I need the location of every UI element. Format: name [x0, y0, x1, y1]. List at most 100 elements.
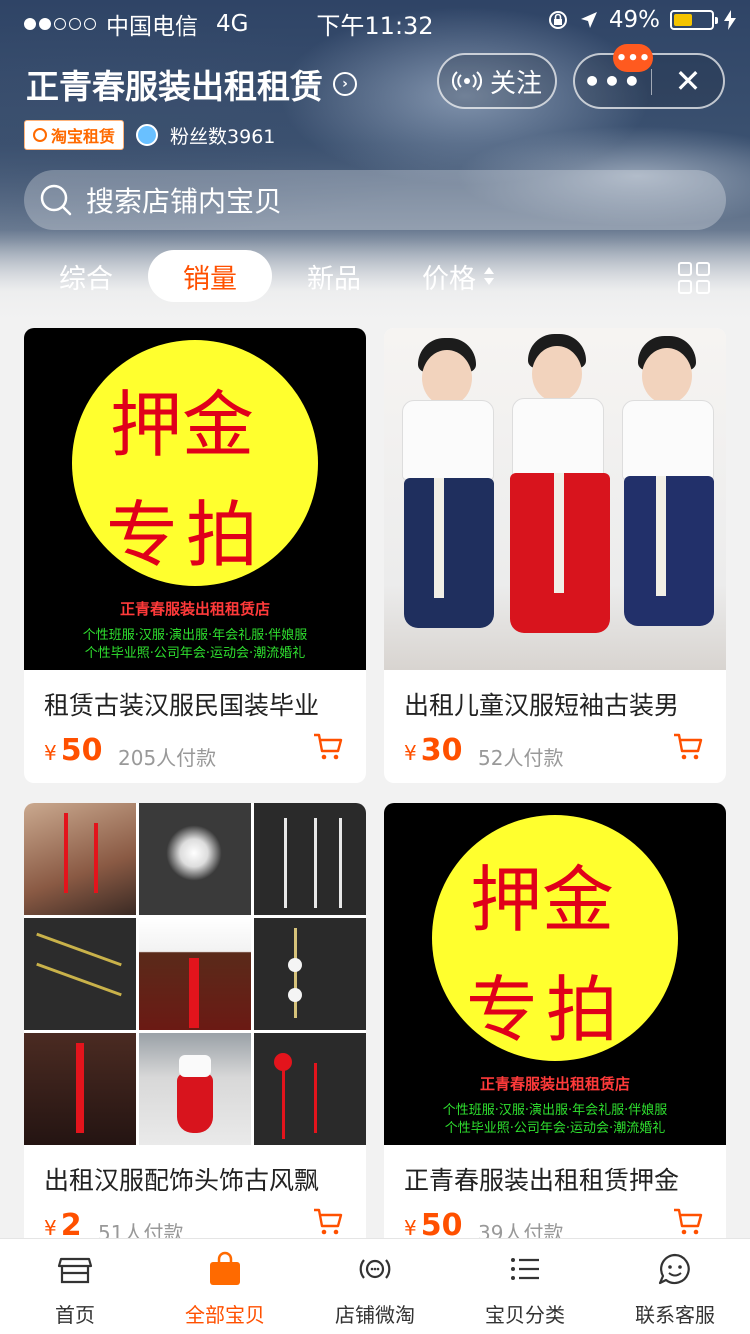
- product-price: ¥ 50: [44, 733, 102, 768]
- tab-home[interactable]: 首页: [0, 1239, 150, 1334]
- search-icon: [40, 184, 72, 216]
- collage-tile: [254, 918, 366, 1030]
- chat-face-icon: [658, 1253, 690, 1285]
- collage-tile: [139, 803, 251, 915]
- product-image-hair-accessories: [24, 803, 366, 1145]
- tab-new-label: 新品: [307, 263, 361, 295]
- tab-categories[interactable]: 宝贝分类: [450, 1239, 600, 1334]
- deposit-text-line2: 专拍: [466, 968, 627, 1052]
- bottom-tab-bar: 首页 全部宝贝 店铺微淘 宝贝分类 联系客服: [0, 1238, 750, 1334]
- tab-new[interactable]: 新品: [298, 250, 370, 302]
- battery-icon: [670, 10, 718, 30]
- status-bar: 中国电信 4G 下午11:32 49%: [0, 0, 750, 40]
- deposit-shop-line: 正青春服装出租租赁店: [119, 600, 270, 618]
- shop-name: 正青春服装出租租赁: [26, 67, 323, 106]
- tab-customer-service-label: 联系客服: [635, 1303, 715, 1327]
- currency-symbol: ¥: [404, 741, 417, 765]
- tab-price[interactable]: 价格: [414, 250, 504, 302]
- sort-tabs: 综合 销量 新品 价格: [0, 250, 750, 302]
- product-card[interactable]: 押金 专拍 正青春服装出租租赁店 个性班服·汉服·演出服·年会礼服·伴娘服 个性…: [384, 803, 726, 1258]
- deposit-tags-line2: 个性毕业照·公司年会·运动会·潮流婚礼: [444, 1121, 666, 1136]
- product-price: ¥ 30: [404, 733, 462, 768]
- deposit-tags-line1: 个性班服·汉服·演出服·年会礼服·伴娘服: [442, 1103, 668, 1118]
- product-image-kids-hanfu: [384, 328, 726, 670]
- add-to-cart-icon[interactable]: [672, 1207, 704, 1237]
- currency-symbol: ¥: [404, 1216, 417, 1240]
- follow-label: 关注: [489, 68, 542, 99]
- product-card[interactable]: 押金 专拍 正青春服装出租租赁店 个性班服·汉服·演出服·年会礼服·伴娘服 个性…: [24, 328, 366, 783]
- tab-categories-label: 宝贝分类: [485, 1303, 565, 1327]
- product-title: 出租儿童汉服短袖古装男: [404, 691, 680, 720]
- child-figure-girl-navy: [612, 328, 722, 670]
- battery-percent: 49%: [608, 7, 660, 33]
- price-value: 30: [420, 733, 463, 768]
- close-button[interactable]: ✕: [652, 55, 724, 107]
- taobao-rental-badge: 淘宝租赁: [24, 120, 125, 150]
- add-to-cart-icon[interactable]: [312, 732, 344, 762]
- tab-home-label: 首页: [55, 1303, 95, 1327]
- shopping-bag-icon: [210, 1251, 240, 1285]
- fans-level-icon: [136, 124, 159, 146]
- collage-tile: [254, 1033, 366, 1145]
- broadcast-icon: [359, 1259, 391, 1279]
- tab-store-feed[interactable]: 店铺微淘: [300, 1239, 450, 1334]
- price-value: 50: [60, 733, 103, 768]
- tab-customer-service[interactable]: 联系客服: [600, 1239, 750, 1334]
- collage-tile: [24, 918, 136, 1030]
- product-card[interactable]: 出租儿童汉服短袖古装男 ¥ 30 52人付款: [384, 328, 726, 783]
- notification-badge: •••: [613, 44, 653, 72]
- close-icon: ✕: [674, 62, 702, 100]
- deposit-text-line2: 专拍: [106, 493, 267, 577]
- shop-name-link[interactable]: 正青春服装出租租赁 ›: [26, 60, 357, 108]
- product-card[interactable]: 出租汉服配饰头饰古风飘 ¥ 2 51人付款: [24, 803, 366, 1258]
- product-title: 正青春服装出租租赁押金: [404, 1166, 680, 1195]
- product-title: 租赁古装汉服民国装毕业: [44, 691, 320, 720]
- store-icon: [57, 1257, 93, 1284]
- chevron-right-icon: ›: [333, 72, 357, 96]
- battery-level-fill: [674, 14, 692, 26]
- charging-bolt-icon: [724, 10, 736, 30]
- deposit-text-line1: 押金: [470, 858, 615, 942]
- add-to-cart-icon[interactable]: [312, 1207, 344, 1237]
- collage-tile: [254, 803, 366, 915]
- fans-count: 粉丝数3961: [170, 125, 276, 148]
- deposit-text-line1: 押金: [110, 383, 255, 467]
- list-icon: [511, 1258, 539, 1280]
- deposit-shop-line: 正青春服装出租租赁店: [479, 1075, 630, 1093]
- collage-tile: [139, 1033, 251, 1145]
- product-title: 出租汉服配饰头饰古风飘: [44, 1166, 320, 1195]
- tab-store-feed-label: 店铺微淘: [335, 1303, 415, 1327]
- tab-all-items-label: 全部宝贝: [185, 1303, 265, 1327]
- shop-meta: 淘宝租赁 粉丝数3961: [24, 120, 275, 150]
- badge-logo-icon: [33, 128, 47, 142]
- product-image-deposit: 押金 专拍 正青春服装出租租赁店 个性班服·汉服·演出服·年会礼服·伴娘服 个性…: [24, 328, 366, 670]
- tab-overall-label: 综合: [59, 263, 113, 295]
- search-placeholder: 搜索店铺内宝贝: [86, 185, 283, 218]
- collage-tile: [24, 1033, 136, 1145]
- follow-button[interactable]: 关注: [437, 53, 557, 109]
- rotation-lock-icon: [548, 11, 567, 29]
- search-input[interactable]: 搜索店铺内宝贝: [24, 170, 726, 230]
- deposit-tags-line1: 个性班服·汉服·演出服·年会礼服·伴娘服: [82, 628, 308, 643]
- tab-overall[interactable]: 综合: [50, 250, 122, 302]
- sold-count: 52人付款: [478, 746, 564, 770]
- broadcast-icon: [451, 71, 482, 91]
- currency-symbol: ¥: [44, 741, 57, 765]
- collage-tile: [139, 918, 251, 1030]
- collage-tile: [24, 803, 136, 915]
- child-figure-girl-red: [504, 328, 614, 670]
- add-to-cart-icon[interactable]: [672, 732, 704, 762]
- badge-label: 淘宝租赁: [51, 127, 116, 146]
- product-image-deposit: 押金 专拍 正青春服装出租租赁店 个性班服·汉服·演出服·年会礼服·伴娘服 个性…: [384, 803, 726, 1145]
- deposit-tags-line2: 个性毕业照·公司年会·运动会·潮流婚礼: [84, 646, 306, 661]
- child-figure-boy: [394, 328, 504, 670]
- currency-symbol: ¥: [44, 1216, 57, 1240]
- tab-sales-label: 销量: [183, 263, 237, 295]
- location-arrow-icon: [580, 12, 597, 28]
- sort-arrows-icon: [484, 267, 494, 285]
- grid-view-toggle-icon[interactable]: [678, 262, 710, 294]
- sold-count: 205人付款: [118, 746, 217, 770]
- tab-price-label: 价格: [422, 263, 476, 295]
- tab-all-items[interactable]: 全部宝贝: [150, 1239, 300, 1334]
- tab-sales[interactable]: 销量: [148, 250, 272, 302]
